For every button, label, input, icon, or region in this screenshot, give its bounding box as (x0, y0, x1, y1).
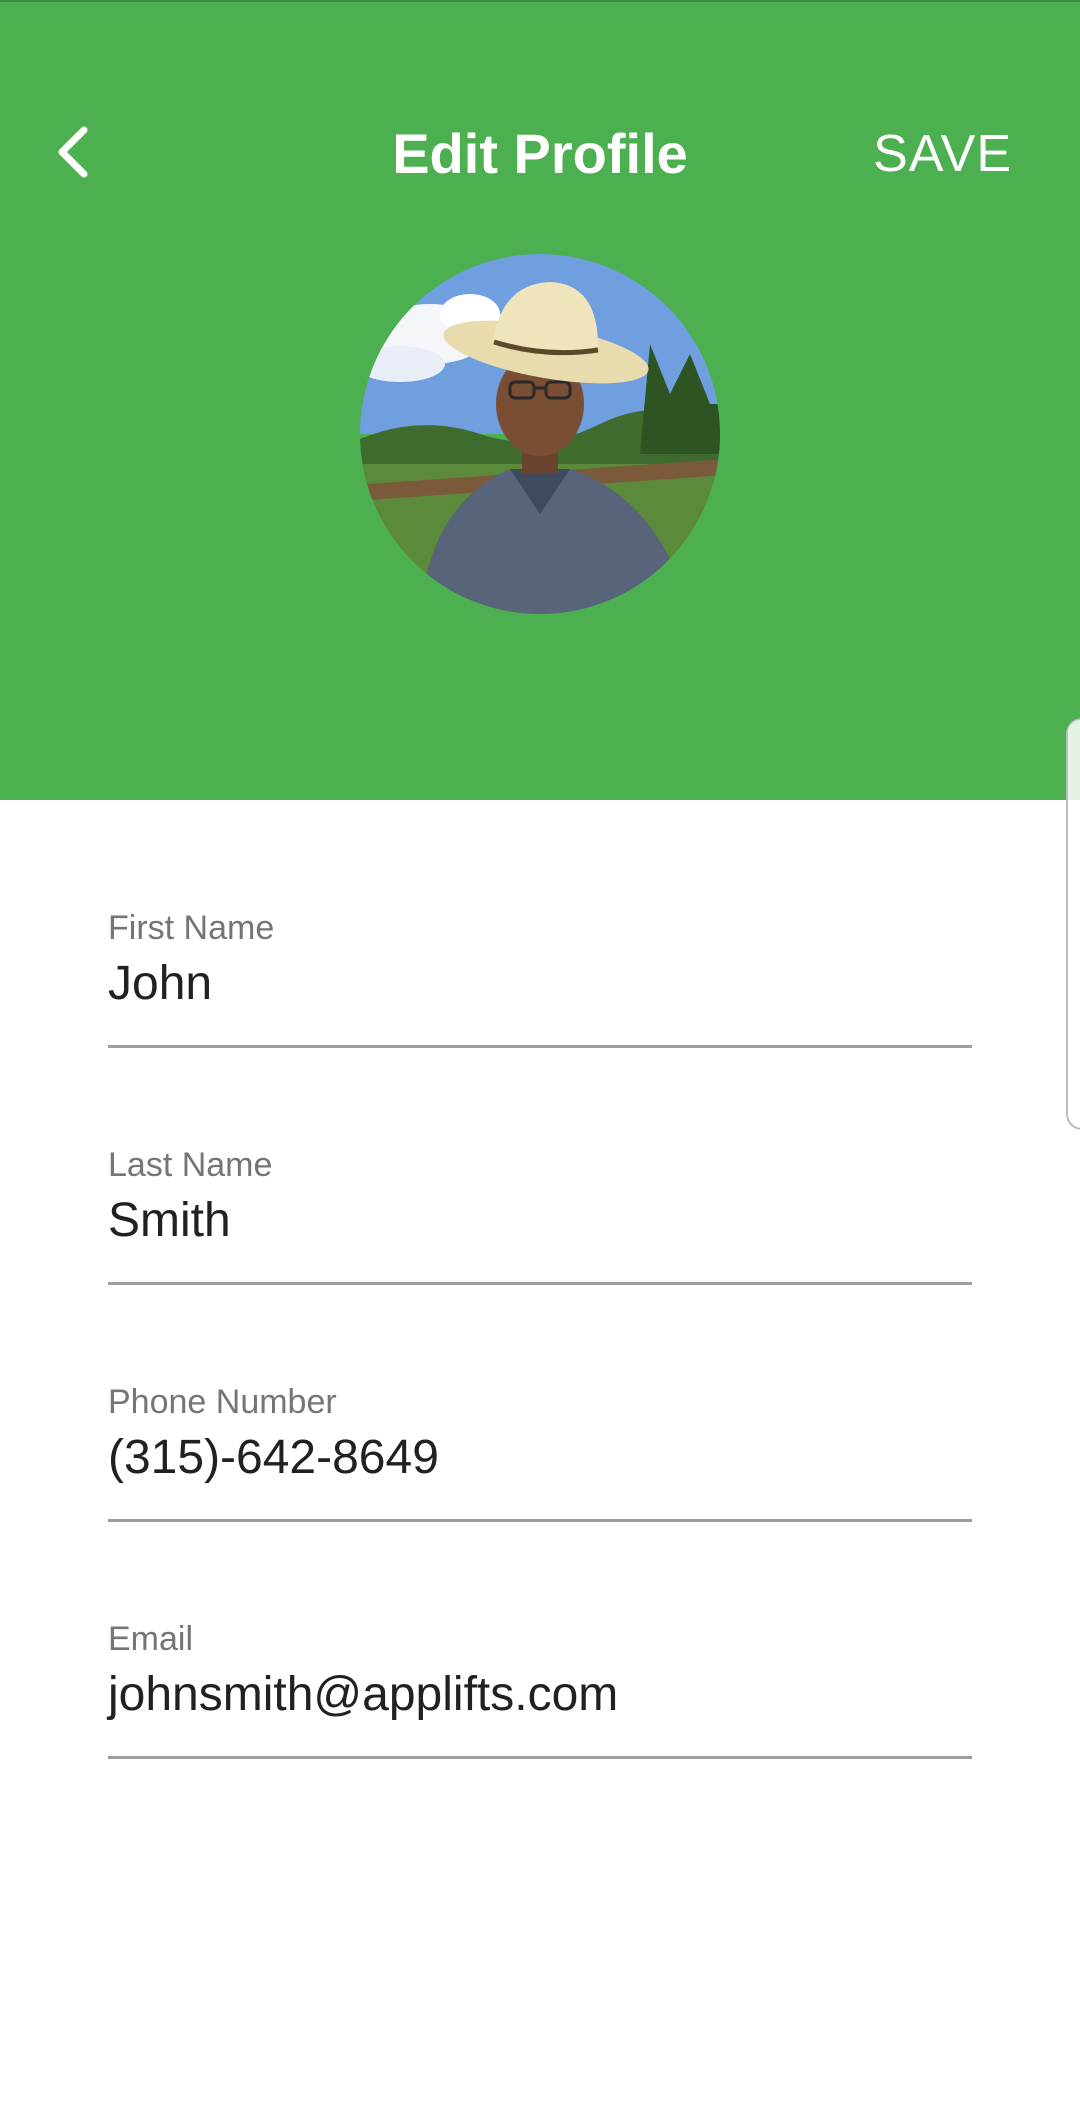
status-divider (0, 0, 1080, 2)
phone-number-field[interactable]: Phone Number (315)-642-8649 (108, 1382, 972, 1522)
save-button[interactable]: SAVE (873, 118, 1012, 190)
phone-number-input[interactable]: (315)-642-8649 (108, 1428, 439, 1488)
last-name-underline (108, 1282, 972, 1285)
first-name-underline (108, 1045, 972, 1048)
profile-photo (360, 254, 720, 614)
header: Edit Profile SAVE (0, 0, 1080, 800)
email-field[interactable]: Email johnsmith@applifts.com (108, 1619, 972, 1759)
phone-number-label: Phone Number (108, 1383, 337, 1421)
email-input[interactable]: johnsmith@applifts.com (108, 1665, 618, 1725)
edge-panel-handle-tint (1068, 720, 1080, 800)
last-name-label: Last Name (108, 1146, 273, 1184)
first-name-label: First Name (108, 909, 275, 947)
chevron-left-icon (58, 126, 88, 178)
first-name-field[interactable]: First Name John (108, 908, 972, 1048)
last-name-field[interactable]: Last Name Smith (108, 1145, 972, 1285)
avatar[interactable] (360, 254, 720, 614)
email-label: Email (108, 1620, 194, 1658)
email-underline (108, 1756, 972, 1759)
first-name-input[interactable]: John (108, 954, 212, 1014)
back-button[interactable] (40, 112, 104, 192)
phone-number-underline (108, 1519, 972, 1522)
last-name-input[interactable]: Smith (108, 1191, 231, 1251)
